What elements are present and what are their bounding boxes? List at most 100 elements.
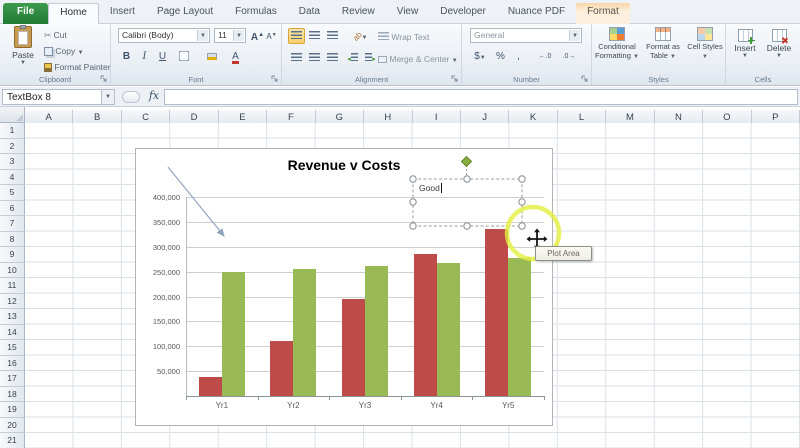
row-header-5[interactable]: 5 [0,185,25,201]
number-dialog-launcher[interactable] [581,75,589,83]
column-header-G[interactable]: G [315,110,365,123]
format-as-table-button[interactable]: Format as Table ▼ [642,27,684,60]
chart-textbox[interactable]: Good [419,183,442,193]
font-size-combo[interactable]: 11 ▼ [214,28,246,43]
tab-formulas[interactable]: Formulas [224,3,288,24]
align-right-button[interactable] [324,50,341,66]
row-header-2[interactable]: 2 [0,138,25,154]
bottom-align-button[interactable] [324,28,341,44]
formula-input[interactable] [164,89,798,105]
bar-yr1-s1[interactable] [198,377,222,396]
column-header-E[interactable]: E [218,110,268,123]
formula-bar-button[interactable] [122,91,140,103]
merge-center-button[interactable]: Merge & Center ▼ [378,54,458,64]
row-header-1[interactable]: 1 [0,123,25,139]
column-header-D[interactable]: D [170,110,219,123]
column-header-K[interactable]: K [509,110,558,123]
tab-home[interactable]: Home [48,3,99,24]
orientation-button[interactable]: ab▼ [348,28,372,44]
column-header-P[interactable]: P [751,110,800,123]
wrap-text-button[interactable]: Wrap Text [378,32,429,42]
column-header-B[interactable]: B [73,110,122,123]
row-header-19[interactable]: 19 [0,402,25,418]
row-header-9[interactable]: 9 [0,247,25,263]
paste-button[interactable]: Paste ▼ [6,25,40,66]
row-header-16[interactable]: 16 [0,355,25,371]
format-cells-button[interactable] [796,29,800,43]
chart-title[interactable]: Revenue v Costs [136,157,552,173]
column-header-N[interactable]: N [654,110,704,123]
borders-button[interactable] [175,48,192,64]
clipboard-dialog-launcher[interactable] [100,75,108,83]
row-header-6[interactable]: 6 [0,200,25,216]
increase-indent-button[interactable]: ▸ [362,50,379,66]
insert-cells-button[interactable]: Insert ▼ [730,29,760,59]
name-box-dropdown[interactable]: ▼ [102,89,115,105]
bar-yr2-s2[interactable] [293,269,317,396]
select-all-corner[interactable] [0,107,25,123]
italic-button[interactable]: I [136,48,153,64]
row-header-12[interactable]: 12 [0,293,25,309]
bar-yr4-s1[interactable] [413,254,437,396]
row-header-14[interactable]: 14 [0,324,25,340]
bar-yr4-s2[interactable] [436,262,460,396]
insert-function-icon[interactable]: fx [146,89,162,105]
number-format-combo[interactable]: General ▼ [470,28,582,43]
column-header-L[interactable]: L [557,110,607,123]
bar-yr3-s2[interactable] [365,265,388,396]
row-header-21[interactable]: 21 [0,433,25,448]
increase-decimal-button[interactable]: ←.0 [534,48,556,64]
tab-file[interactable]: File [3,3,49,24]
column-header-F[interactable]: F [267,110,316,123]
tab-developer[interactable]: Developer [429,3,497,24]
column-header-A[interactable]: A [25,110,74,123]
accounting-format-button[interactable]: $▼ [470,48,490,64]
row-header-20[interactable]: 20 [0,417,25,433]
row-header-4[interactable]: 4 [0,169,25,185]
row-header-3[interactable]: 3 [0,154,25,170]
decrease-indent-button[interactable]: ◂ [344,50,361,66]
align-center-button[interactable] [306,50,323,66]
fill-color-button[interactable] [203,48,220,64]
row-header-17[interactable]: 17 [0,371,25,387]
tab-format[interactable]: Format [576,3,630,24]
bar-yr2-s1[interactable] [270,341,294,396]
bar-yr1-s2[interactable] [221,271,245,396]
row-header-15[interactable]: 15 [0,340,25,356]
column-header-H[interactable]: H [364,110,413,123]
tab-page-layout[interactable]: Page Layout [146,3,224,24]
font-color-button[interactable]: A [227,48,244,64]
tab-nuance-pdf[interactable]: Nuance PDF [497,3,576,24]
cell-styles-button[interactable]: Cell Styles ▼ [686,27,724,60]
column-header-C[interactable]: C [121,110,171,123]
row-header-7[interactable]: 7 [0,216,25,232]
tab-data[interactable]: Data [288,3,331,24]
align-left-button[interactable] [288,50,305,66]
font-name-combo[interactable]: Calibri (Body) ▼ [118,28,210,43]
shrink-font-button[interactable]: A▼ [263,27,280,43]
top-align-button[interactable] [288,28,305,44]
alignment-dialog-launcher[interactable] [451,75,459,83]
column-header-M[interactable]: M [606,110,655,123]
conditional-formatting-button[interactable]: Conditional Formatting ▼ [594,27,640,60]
underline-button[interactable]: U [154,48,171,64]
bold-button[interactable]: B [118,48,135,64]
bar-yr5-s2[interactable] [508,257,532,396]
tab-review[interactable]: Review [331,3,386,24]
column-header-O[interactable]: O [703,110,752,123]
name-box[interactable]: TextBox 8 [2,89,102,105]
delete-cells-button[interactable]: Delete ▼ [764,29,794,59]
decrease-decimal-button[interactable]: .0→ [558,48,580,64]
comma-style-button[interactable]: , [510,48,527,64]
row-header-10[interactable]: 10 [0,262,25,278]
font-dialog-launcher[interactable] [271,75,279,83]
row-header-18[interactable]: 18 [0,386,25,402]
row-header-11[interactable]: 11 [0,278,25,294]
tab-insert[interactable]: Insert [99,3,146,24]
tab-view[interactable]: View [386,3,430,24]
cut-button[interactable]: ✂ Cut [44,30,67,41]
bar-yr5-s1[interactable] [485,229,509,396]
copy-button[interactable]: Copy ▼ [44,46,84,57]
column-header-I[interactable]: I [412,110,461,123]
column-header-J[interactable]: J [460,110,510,123]
